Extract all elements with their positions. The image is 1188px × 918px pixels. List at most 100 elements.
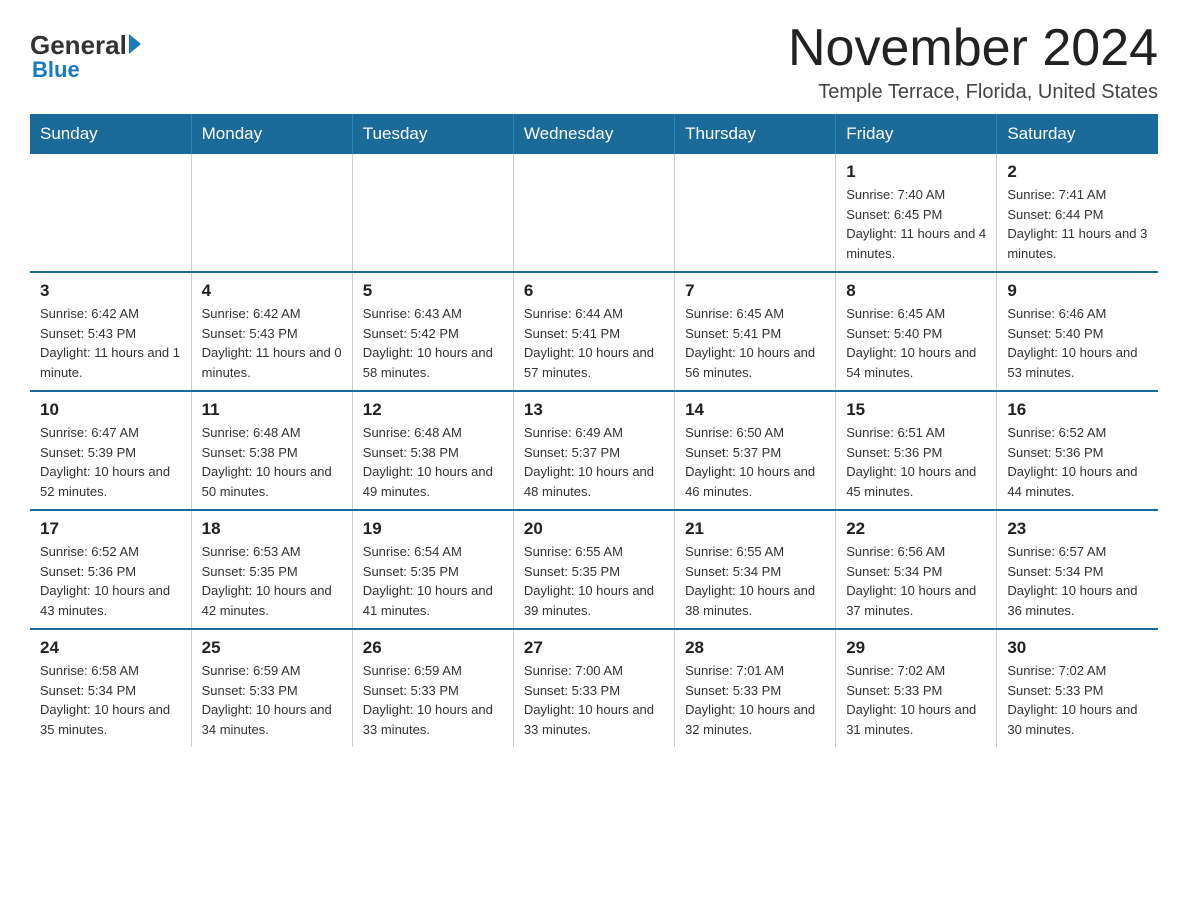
calendar-cell [30, 154, 191, 272]
day-info: Sunrise: 6:43 AMSunset: 5:42 PMDaylight:… [363, 304, 503, 382]
day-info: Sunrise: 7:02 AMSunset: 5:33 PMDaylight:… [1007, 661, 1148, 739]
calendar-table: SundayMondayTuesdayWednesdayThursdayFrid… [30, 114, 1158, 747]
header-saturday: Saturday [997, 114, 1158, 154]
day-info: Sunrise: 6:50 AMSunset: 5:37 PMDaylight:… [685, 423, 825, 501]
day-info: Sunrise: 6:59 AMSunset: 5:33 PMDaylight:… [363, 661, 503, 739]
logo: General Blue [30, 30, 141, 83]
day-info: Sunrise: 6:53 AMSunset: 5:35 PMDaylight:… [202, 542, 342, 620]
calendar-week-2: 3 Sunrise: 6:42 AMSunset: 5:43 PMDaylight… [30, 272, 1158, 391]
calendar-subtitle: Temple Terrace, Florida, United States [788, 81, 1158, 104]
calendar-cell: 26 Sunrise: 6:59 AMSunset: 5:33 PMDayligh… [352, 629, 513, 747]
day-info: Sunrise: 6:44 AMSunset: 5:41 PMDaylight:… [524, 304, 664, 382]
calendar-cell: 18 Sunrise: 6:53 AMSunset: 5:35 PMDayligh… [191, 510, 352, 629]
calendar-cell [352, 154, 513, 272]
header-thursday: Thursday [675, 114, 836, 154]
calendar-cell: 17Sunrise: 6:52 AMSunset: 5:36 PMDayligh… [30, 510, 191, 629]
calendar-week-4: 17Sunrise: 6:52 AMSunset: 5:36 PMDayligh… [30, 510, 1158, 629]
day-number: 19 [363, 519, 503, 539]
calendar-cell: 25 Sunrise: 6:59 AMSunset: 5:33 PMDayligh… [191, 629, 352, 747]
day-info: Sunrise: 6:58 AMSunset: 5:34 PMDaylight:… [40, 661, 181, 739]
calendar-cell [513, 154, 674, 272]
day-number: 25 [202, 638, 342, 658]
day-number: 1 [846, 162, 986, 182]
day-info: Sunrise: 7:02 AMSunset: 5:33 PMDaylight:… [846, 661, 986, 739]
day-number: 30 [1007, 638, 1148, 658]
calendar-cell: 4 Sunrise: 6:42 AMSunset: 5:43 PMDaylight… [191, 272, 352, 391]
day-number: 3 [40, 281, 181, 301]
calendar-cell: 1Sunrise: 7:40 AMSunset: 6:45 PMDaylight… [836, 154, 997, 272]
day-number: 16 [1007, 400, 1148, 420]
day-number: 27 [524, 638, 664, 658]
day-info: Sunrise: 6:55 AMSunset: 5:34 PMDaylight:… [685, 542, 825, 620]
calendar-cell: 9 Sunrise: 6:46 AMSunset: 5:40 PMDaylight… [997, 272, 1158, 391]
day-number: 4 [202, 281, 342, 301]
day-number: 18 [202, 519, 342, 539]
day-number: 8 [846, 281, 986, 301]
day-info: Sunrise: 6:46 AMSunset: 5:40 PMDaylight:… [1007, 304, 1148, 382]
day-info: Sunrise: 6:52 AMSunset: 5:36 PMDaylight:… [40, 542, 181, 620]
calendar-cell: 24 Sunrise: 6:58 AMSunset: 5:34 PMDayligh… [30, 629, 191, 747]
day-info: Sunrise: 6:47 AMSunset: 5:39 PMDaylight:… [40, 423, 181, 501]
day-info: Sunrise: 6:42 AMSunset: 5:43 PMDaylight:… [202, 304, 342, 382]
day-info: Sunrise: 7:01 AMSunset: 5:33 PMDaylight:… [685, 661, 825, 739]
day-number: 28 [685, 638, 825, 658]
logo-blue-text: Blue [32, 57, 80, 83]
day-number: 12 [363, 400, 503, 420]
calendar-cell: 22Sunrise: 6:56 AMSunset: 5:34 PMDayligh… [836, 510, 997, 629]
day-info: Sunrise: 6:52 AMSunset: 5:36 PMDaylight:… [1007, 423, 1148, 501]
calendar-cell: 7Sunrise: 6:45 AMSunset: 5:41 PMDaylight… [675, 272, 836, 391]
day-number: 5 [363, 281, 503, 301]
header-tuesday: Tuesday [352, 114, 513, 154]
calendar-cell: 16 Sunrise: 6:52 AMSunset: 5:36 PMDayligh… [997, 391, 1158, 510]
calendar-cell [191, 154, 352, 272]
calendar-cell: 5 Sunrise: 6:43 AMSunset: 5:42 PMDaylight… [352, 272, 513, 391]
calendar-cell: 23Sunrise: 6:57 AMSunset: 5:34 PMDayligh… [997, 510, 1158, 629]
day-info: Sunrise: 6:55 AMSunset: 5:35 PMDaylight:… [524, 542, 664, 620]
day-info: Sunrise: 6:56 AMSunset: 5:34 PMDaylight:… [846, 542, 986, 620]
day-number: 9 [1007, 281, 1148, 301]
calendar-week-1: 1Sunrise: 7:40 AMSunset: 6:45 PMDaylight… [30, 154, 1158, 272]
day-number: 2 [1007, 162, 1148, 182]
day-info: Sunrise: 6:59 AMSunset: 5:33 PMDaylight:… [202, 661, 342, 739]
calendar-cell: 12 Sunrise: 6:48 AMSunset: 5:38 PMDayligh… [352, 391, 513, 510]
day-info: Sunrise: 7:00 AMSunset: 5:33 PMDaylight:… [524, 661, 664, 739]
day-info: Sunrise: 6:45 AMSunset: 5:40 PMDaylight:… [846, 304, 986, 382]
day-info: Sunrise: 6:48 AMSunset: 5:38 PMDaylight:… [363, 423, 503, 501]
day-info: Sunrise: 7:41 AMSunset: 6:44 PMDaylight:… [1007, 185, 1148, 263]
day-info: Sunrise: 6:42 AMSunset: 5:43 PMDaylight:… [40, 304, 181, 382]
calendar-cell: 2 Sunrise: 7:41 AMSunset: 6:44 PMDaylight… [997, 154, 1158, 272]
calendar-week-5: 24 Sunrise: 6:58 AMSunset: 5:34 PMDayligh… [30, 629, 1158, 747]
day-number: 21 [685, 519, 825, 539]
calendar-cell: 28 Sunrise: 7:01 AMSunset: 5:33 PMDayligh… [675, 629, 836, 747]
day-number: 11 [202, 400, 342, 420]
calendar-cell: 27 Sunrise: 7:00 AMSunset: 5:33 PMDayligh… [513, 629, 674, 747]
calendar-cell: 13 Sunrise: 6:49 AMSunset: 5:37 PMDayligh… [513, 391, 674, 510]
calendar-week-3: 10 Sunrise: 6:47 AMSunset: 5:39 PMDayligh… [30, 391, 1158, 510]
day-info: Sunrise: 6:57 AMSunset: 5:34 PMDaylight:… [1007, 542, 1148, 620]
calendar-cell: 15Sunrise: 6:51 AMSunset: 5:36 PMDayligh… [836, 391, 997, 510]
calendar-cell: 8 Sunrise: 6:45 AMSunset: 5:40 PMDaylight… [836, 272, 997, 391]
day-info: Sunrise: 6:54 AMSunset: 5:35 PMDaylight:… [363, 542, 503, 620]
calendar-cell: 30 Sunrise: 7:02 AMSunset: 5:33 PMDayligh… [997, 629, 1158, 747]
calendar-title: November 2024 [788, 20, 1158, 77]
day-number: 13 [524, 400, 664, 420]
day-info: Sunrise: 6:48 AMSunset: 5:38 PMDaylight:… [202, 423, 342, 501]
calendar-cell: 14 Sunrise: 6:50 AMSunset: 5:37 PMDayligh… [675, 391, 836, 510]
header-friday: Friday [836, 114, 997, 154]
day-number: 26 [363, 638, 503, 658]
calendar-header-row: SundayMondayTuesdayWednesdayThursdayFrid… [30, 114, 1158, 154]
logo-arrow-icon [129, 34, 141, 54]
day-number: 24 [40, 638, 181, 658]
day-number: 14 [685, 400, 825, 420]
header: General Blue November 2024 Temple Terrac… [30, 20, 1158, 104]
title-area: November 2024 Temple Terrace, Florida, U… [788, 20, 1158, 104]
calendar-cell [675, 154, 836, 272]
header-sunday: Sunday [30, 114, 191, 154]
day-info: Sunrise: 6:49 AMSunset: 5:37 PMDaylight:… [524, 423, 664, 501]
day-number: 20 [524, 519, 664, 539]
calendar-cell: 29Sunrise: 7:02 AMSunset: 5:33 PMDayligh… [836, 629, 997, 747]
calendar-cell: 6Sunrise: 6:44 AMSunset: 5:41 PMDaylight… [513, 272, 674, 391]
calendar-cell: 21 Sunrise: 6:55 AMSunset: 5:34 PMDayligh… [675, 510, 836, 629]
day-info: Sunrise: 6:45 AMSunset: 5:41 PMDaylight:… [685, 304, 825, 382]
day-number: 10 [40, 400, 181, 420]
